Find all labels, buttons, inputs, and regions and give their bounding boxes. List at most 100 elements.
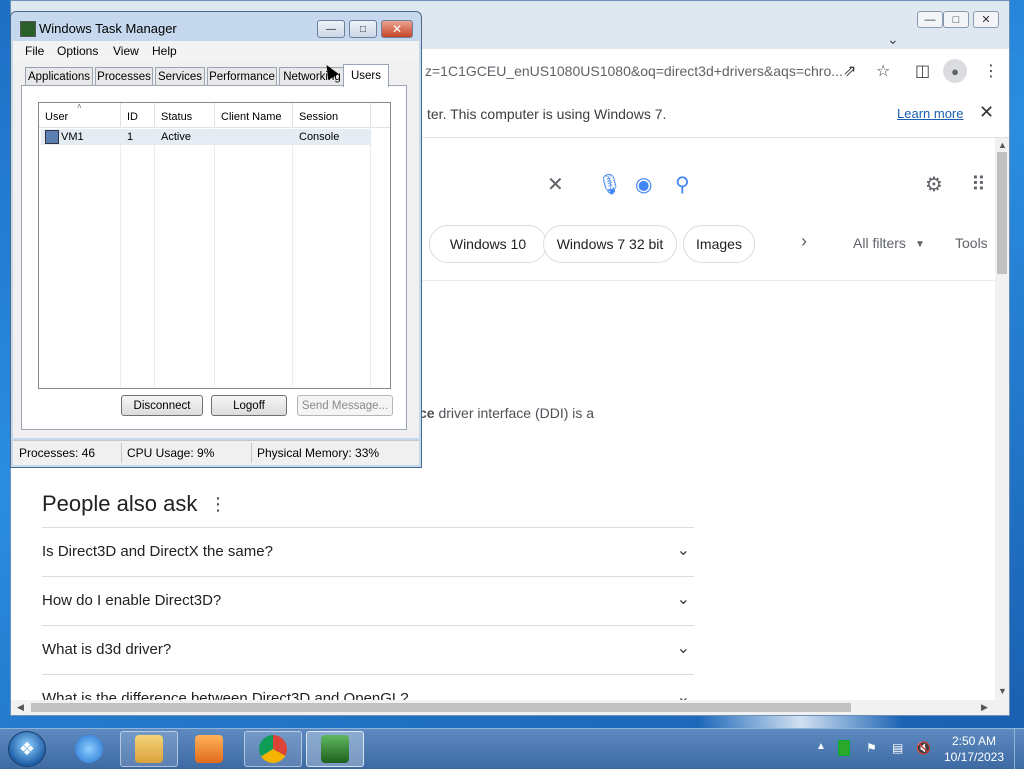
apps-grid-icon[interactable]: ⠿ (971, 172, 986, 197)
column-divider (214, 127, 215, 387)
tab-processes[interactable]: Processes (95, 67, 153, 85)
show-hidden-icons-icon[interactable]: ▲ (816, 741, 826, 752)
taskbar-internet-explorer[interactable] (60, 731, 118, 767)
vertical-scroll-thumb[interactable] (997, 152, 1007, 274)
vertical-scrollbar[interactable]: ▲ ▼ (995, 138, 1009, 700)
scroll-down-icon[interactable]: ▼ (998, 686, 1007, 696)
task-manager-window: Windows Task Manager — □ ✕ File Options … (10, 11, 422, 468)
clear-search-icon[interactable]: ✕ (547, 172, 564, 197)
tab-performance[interactable]: Performance (207, 67, 277, 85)
chevron-down-icon[interactable]: ⌄ (887, 31, 899, 48)
menu-view[interactable]: View (113, 44, 139, 58)
sort-ascending-icon: ˄ (77, 102, 82, 111)
taskbar-task-manager[interactable] (306, 731, 364, 767)
task-manager-tray-icon[interactable] (838, 740, 850, 756)
filters-dropdown-icon[interactable]: ▼ (915, 239, 925, 250)
disconnect-button[interactable]: Disconnect (121, 395, 203, 416)
settings-gear-icon[interactable]: ⚙ (925, 172, 943, 197)
column-session[interactable]: Session (293, 103, 371, 127)
menu-help[interactable]: Help (152, 44, 177, 58)
paa-question[interactable]: What is d3d driver? ⌄ (42, 625, 694, 673)
chevron-down-icon: ⌄ (676, 640, 690, 657)
tab-users[interactable]: Users (343, 64, 389, 87)
search-icon[interactable]: ⚲ (675, 172, 690, 197)
tm-maximize-icon[interactable]: □ (349, 20, 377, 38)
cell-status: Active (161, 131, 191, 143)
system-clock[interactable]: 2:50 AM 10/17/2023 (940, 733, 1008, 765)
more-menu-icon[interactable]: ⋮ (983, 61, 999, 81)
cell-user: VM1 (61, 131, 84, 143)
chevron-down-icon: ⌄ (676, 542, 690, 559)
all-filters-button[interactable]: All filters (853, 235, 906, 251)
chip-windows-10[interactable]: Windows 10 (429, 225, 547, 263)
minimize-icon[interactable]: — (917, 11, 943, 28)
volume-muted-icon[interactable]: 🔇 (916, 741, 931, 755)
internet-explorer-icon (75, 735, 103, 763)
send-message-button[interactable]: Send Message... (297, 395, 393, 416)
menu-options[interactable]: Options (57, 44, 98, 58)
microphone-icon[interactable]: 🎙 (597, 172, 622, 197)
paa-question-text: What is d3d driver? (42, 641, 172, 658)
column-status[interactable]: Status (155, 103, 215, 127)
horizontal-scrollbar[interactable]: ◀ ▶ (11, 700, 1009, 715)
scroll-up-icon[interactable]: ▲ (998, 140, 1007, 150)
share-icon[interactable]: ⇗ (843, 61, 856, 81)
show-desktop-button[interactable] (1014, 729, 1024, 769)
tm-menubar: File Options View Help (13, 41, 419, 61)
tab-services[interactable]: Services (155, 67, 205, 85)
cell-session: Console (299, 131, 340, 143)
paa-question[interactable]: How do I enable Direct3D? ⌄ (42, 576, 694, 624)
tab-applications[interactable]: Applications (25, 67, 93, 85)
column-divider (370, 127, 371, 387)
chevron-down-icon: ⌄ (676, 591, 690, 608)
scroll-left-icon[interactable]: ◀ (17, 702, 24, 713)
lens-camera-icon[interactable]: ◉ (635, 172, 652, 197)
network-icon[interactable]: ▤ (892, 741, 903, 755)
side-panel-icon[interactable]: ◫ (915, 61, 930, 81)
maximize-icon[interactable]: □ (943, 11, 969, 28)
menu-file[interactable]: File (25, 44, 44, 58)
snippet-text: ce driver interface (DDI) is a (419, 405, 594, 421)
tm-minimize-icon[interactable]: — (317, 20, 345, 38)
chip-images[interactable]: Images (683, 225, 755, 263)
column-user[interactable]: User ˄ (39, 102, 121, 127)
tools-button[interactable]: Tools (955, 235, 988, 251)
column-client-name[interactable]: Client Name (215, 103, 293, 127)
column-user-label: User (45, 111, 69, 123)
task-manager-icon (321, 735, 349, 763)
learn-more-link[interactable]: Learn more (897, 106, 963, 121)
paa-question[interactable]: Is Direct3D and DirectX the same? ⌄ (42, 527, 694, 575)
taskbar-explorer[interactable] (120, 731, 178, 767)
paa-question-text: How do I enable Direct3D? (42, 592, 222, 609)
profile-avatar-icon[interactable]: ● (943, 59, 967, 83)
start-button-icon[interactable]: ❖ (8, 731, 46, 767)
close-icon[interactable]: ✕ (973, 11, 999, 28)
taskbar-chrome[interactable] (244, 731, 302, 767)
action-center-icon[interactable]: ⚑ (866, 741, 877, 755)
user-icon (45, 130, 59, 144)
logoff-button[interactable]: Logoff (211, 395, 287, 416)
infobar-close-icon[interactable]: ✕ (979, 102, 994, 123)
task-manager-app-icon (20, 21, 36, 37)
status-divider (121, 443, 122, 463)
users-panel: User ˄ ID Status Client Name Session VM1 … (21, 85, 407, 430)
tm-close-icon[interactable]: ✕ (381, 20, 413, 38)
horizontal-scroll-thumb[interactable] (31, 703, 851, 712)
column-id[interactable]: ID (121, 103, 155, 127)
url-text[interactable]: z=1C1GCEU_enUS1080US1080&oq=direct3d+dri… (425, 63, 843, 79)
folder-icon (135, 735, 163, 763)
table-row[interactable]: VM1 1 Active Console (41, 129, 371, 145)
column-divider (120, 127, 121, 387)
bookmark-star-icon[interactable]: ☆ (876, 61, 890, 81)
chips-next-arrow-icon[interactable]: › (801, 231, 807, 252)
taskbar-media-player[interactable] (180, 731, 238, 767)
more-options-icon[interactable]: ⋮ (209, 494, 227, 515)
status-divider (251, 443, 252, 463)
scroll-right-icon[interactable]: ▶ (981, 702, 988, 713)
tm-body: Applications Processes Services Performa… (13, 61, 419, 438)
people-also-ask-heading: People also ask (42, 491, 198, 516)
users-listview[interactable]: User ˄ ID Status Client Name Session VM1 … (38, 102, 391, 389)
task-manager-title: Windows Task Manager (39, 21, 177, 36)
chip-windows-7-32bit[interactable]: Windows 7 32 bit (543, 225, 677, 263)
clock-date: 10/17/2023 (943, 750, 1005, 764)
